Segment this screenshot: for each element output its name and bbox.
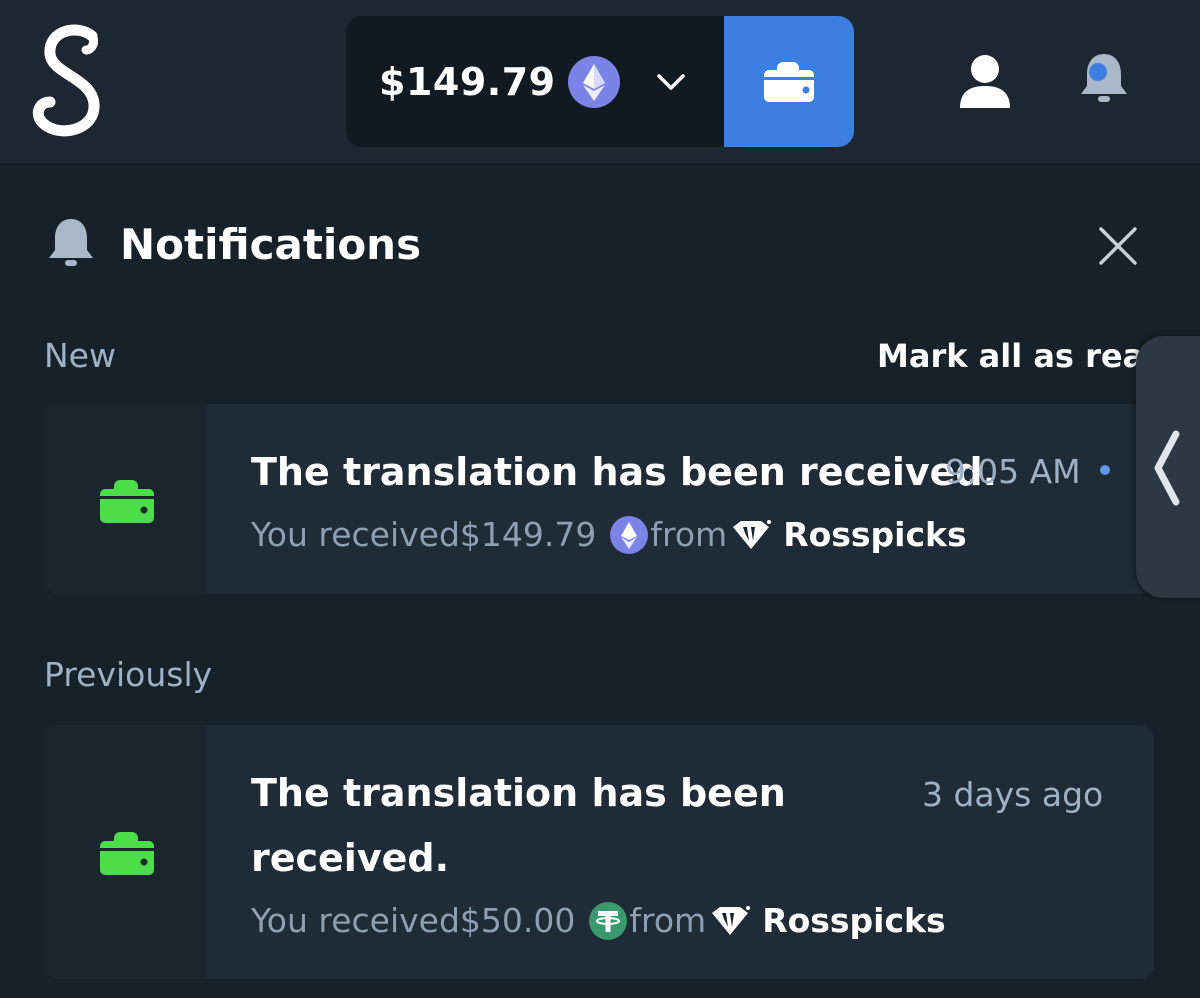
balance-selector: $149.79 — [346, 16, 854, 147]
notification-time: 3 days ago — [922, 775, 1104, 814]
ethereum-icon — [567, 55, 620, 108]
detail-from: from — [650, 515, 728, 554]
ethereum-icon — [610, 515, 649, 554]
unread-indicator — [1100, 465, 1110, 475]
balance-amount: $149.79 — [379, 59, 556, 104]
wallet-icon — [100, 832, 154, 875]
mark-all-read-button[interactable]: Mark all as read — [877, 336, 1154, 376]
notification-title: The translation has been — [251, 771, 786, 815]
close-icon[interactable] — [1098, 226, 1138, 266]
diamond-icon — [712, 905, 751, 935]
notification-title-continued: received. — [251, 836, 450, 880]
wallet-icon — [100, 480, 154, 523]
user-icon[interactable] — [956, 52, 1014, 110]
chevron-left-icon — [1154, 430, 1180, 506]
detail-prefix: You received — [251, 515, 460, 554]
top-bar: $149.79 — [0, 0, 1200, 163]
wallet-icon — [764, 61, 814, 102]
detail-amount: $50.00 — [459, 901, 576, 940]
panel-title: Notifications — [120, 220, 422, 269]
notification-title: The translation has been received. — [251, 450, 998, 494]
sender-name[interactable]: Rosspicks — [762, 901, 945, 940]
bell-icon — [49, 219, 93, 266]
section-label-previously: Previously — [44, 655, 213, 694]
section-label-new: New — [44, 336, 116, 375]
balance-dropdown[interactable]: $149.79 — [346, 16, 724, 147]
detail-prefix: You received — [251, 901, 460, 940]
diamond-icon — [733, 519, 772, 549]
side-drawer-handle[interactable] — [1136, 336, 1200, 598]
script-s-logo-icon[interactable] — [30, 22, 110, 140]
tether-icon — [589, 901, 628, 940]
sender-name[interactable]: Rosspicks — [783, 515, 966, 554]
detail-amount: $149.79 — [459, 515, 597, 554]
notification-detail: You received $50.00 from Rosspicks — [251, 901, 946, 940]
chevron-down-icon — [656, 73, 685, 90]
notification-detail: You received $149.79 from Rosspicks — [251, 515, 967, 554]
notification-time: 9:05 AM — [945, 452, 1081, 491]
detail-from: from — [629, 901, 707, 940]
bell-icon[interactable] — [1074, 48, 1134, 108]
wallet-button[interactable] — [724, 16, 854, 147]
